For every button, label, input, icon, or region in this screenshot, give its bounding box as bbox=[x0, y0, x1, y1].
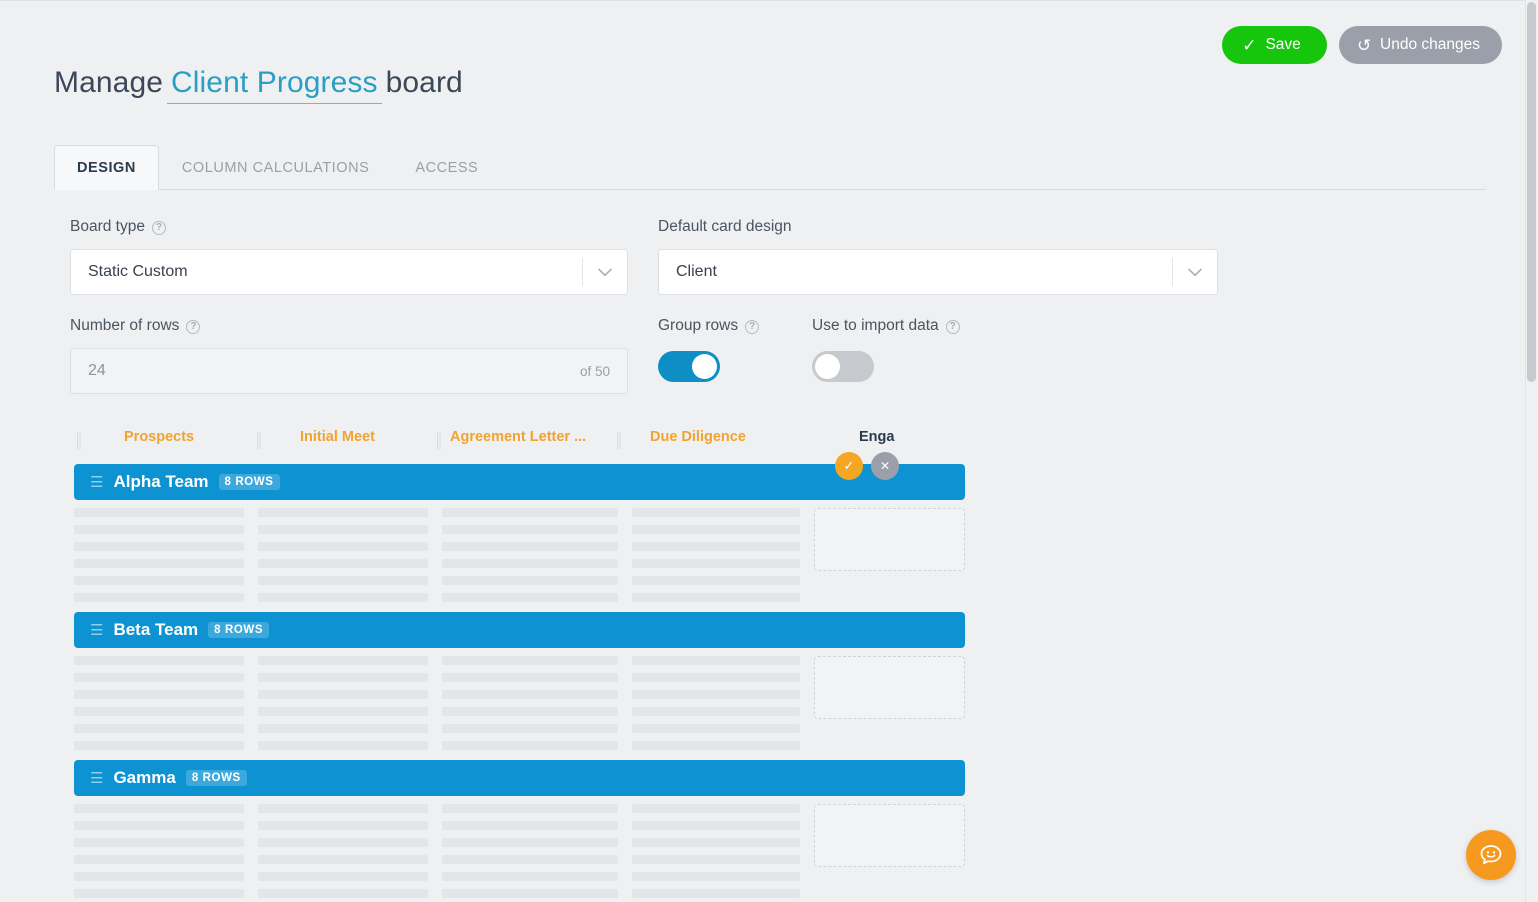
save-button-label: Save bbox=[1265, 36, 1301, 53]
check-icon: ✓ bbox=[1242, 35, 1257, 55]
number-of-rows-value: 24 bbox=[88, 362, 106, 379]
column-resize-handle[interactable]: ║ bbox=[254, 432, 264, 448]
group-rows-gamma bbox=[74, 796, 965, 902]
skeleton-column bbox=[74, 804, 244, 898]
help-icon[interactable]: ? bbox=[186, 320, 201, 334]
use-to-import-data-toggle[interactable] bbox=[812, 351, 874, 382]
cancel-column-rename-button[interactable]: ✕ bbox=[871, 452, 899, 480]
column-resize-handle[interactable]: ║ bbox=[614, 432, 624, 448]
chat-support-button[interactable] bbox=[1466, 830, 1516, 880]
default-card-design-select[interactable]: Client bbox=[658, 249, 1218, 295]
skeleton-column bbox=[258, 508, 428, 602]
group-header-gamma[interactable]: ☰ Gamma 8 ROWS bbox=[74, 760, 965, 796]
top-actions: ✓ Save ↻ Undo changes bbox=[1222, 26, 1502, 64]
tab-access-label: ACCESS bbox=[415, 160, 479, 176]
empty-column-placeholder[interactable] bbox=[814, 508, 965, 571]
board-name-field[interactable]: Client Progress bbox=[167, 66, 382, 104]
help-icon[interactable]: ? bbox=[151, 221, 166, 235]
skeleton-column bbox=[632, 656, 800, 750]
tab-bar: DESIGN COLUMN CALCULATIONS ACCESS bbox=[54, 144, 1486, 190]
group-rows-label: Group rows bbox=[658, 317, 739, 334]
number-of-rows-label: Number of rows bbox=[70, 317, 180, 334]
board-type-label: Board type bbox=[70, 218, 145, 235]
board-type-label-row: Board type ? bbox=[70, 218, 628, 236]
tab-design[interactable]: DESIGN bbox=[54, 145, 159, 190]
group-row-count-beta-team: 8 ROWS bbox=[208, 622, 270, 638]
skeleton-column bbox=[632, 508, 800, 602]
board-type-field: Board type ? Static Custom bbox=[70, 218, 628, 295]
page-title-prefix: Manage bbox=[54, 66, 164, 99]
default-card-design-label-row: Default card design bbox=[658, 218, 1218, 236]
tab-column-calculations[interactable]: COLUMN CALCULATIONS bbox=[159, 145, 392, 190]
toggle-knob bbox=[692, 354, 717, 379]
group-rows-label-row: Group rows ? bbox=[658, 317, 760, 335]
chevron-down-icon[interactable] bbox=[1173, 268, 1217, 277]
empty-column-placeholder[interactable] bbox=[814, 804, 965, 867]
drag-handle-icon[interactable]: ☰ bbox=[90, 475, 103, 490]
help-icon[interactable]: ? bbox=[945, 320, 960, 334]
default-card-design-field: Default card design Client bbox=[658, 218, 1218, 295]
number-of-rows-label-row: Number of rows ? bbox=[70, 317, 628, 335]
chevron-down-icon[interactable] bbox=[583, 268, 627, 277]
page-scrollbar-thumb[interactable] bbox=[1527, 2, 1536, 382]
group-rows-beta-team bbox=[74, 648, 965, 760]
undo-changes-label: Undo changes bbox=[1380, 36, 1480, 53]
group-header-beta-team[interactable]: ☰ Beta Team 8 ROWS bbox=[74, 612, 965, 648]
default-card-design-label: Default card design bbox=[658, 218, 792, 235]
toggle-knob bbox=[815, 354, 840, 379]
confirm-column-rename-button[interactable]: ✓ bbox=[835, 452, 863, 480]
page-title-suffix: board bbox=[385, 66, 463, 99]
skeleton-column bbox=[258, 804, 428, 898]
group-name-alpha-team: Alpha Team bbox=[113, 472, 209, 491]
use-to-import-data-field: Use to import data ? bbox=[812, 317, 960, 387]
drag-handle-icon[interactable]: ☰ bbox=[90, 623, 103, 638]
column-header-due-diligence[interactable]: Due Diligence bbox=[650, 429, 746, 445]
page-scrollbar[interactable] bbox=[1525, 0, 1538, 902]
save-button[interactable]: ✓ Save bbox=[1222, 26, 1327, 64]
tab-access[interactable]: ACCESS bbox=[392, 145, 501, 190]
tab-column-calculations-label: COLUMN CALCULATIONS bbox=[181, 160, 370, 176]
board-type-value: Static Custom bbox=[88, 263, 188, 280]
skeleton-column bbox=[442, 656, 618, 750]
skeleton-column bbox=[258, 656, 428, 750]
column-header-prospects[interactable]: Prospects bbox=[124, 429, 194, 445]
group-row-count-alpha-team: 8 ROWS bbox=[218, 474, 280, 490]
number-of-rows-input[interactable]: 24 of 50 bbox=[70, 348, 628, 394]
undo-arrow-icon: ↻ bbox=[1356, 35, 1372, 55]
page-title: Manage Client Progress board bbox=[54, 66, 463, 104]
group-name-gamma: Gamma bbox=[113, 768, 176, 787]
board-body: ☰ Alpha Team 8 ROWS ✓ ✕ ☰ Beta Team 8 RO… bbox=[74, 452, 965, 902]
tab-design-label: DESIGN bbox=[77, 159, 136, 176]
use-to-import-data-label-row: Use to import data ? bbox=[812, 317, 960, 335]
column-edit-actions: ✓ ✕ bbox=[835, 452, 899, 480]
undo-changes-button[interactable]: ↻ Undo changes bbox=[1338, 26, 1502, 64]
group-rows-toggle[interactable] bbox=[658, 351, 720, 382]
page-top-divider bbox=[0, 0, 1525, 1]
help-icon[interactable]: ? bbox=[745, 320, 760, 334]
skeleton-column bbox=[442, 804, 618, 898]
board-type-select[interactable]: Static Custom bbox=[70, 249, 628, 295]
group-name-beta-team: Beta Team bbox=[113, 620, 199, 639]
group-header-alpha-team[interactable]: ☰ Alpha Team 8 ROWS ✓ ✕ bbox=[74, 452, 965, 500]
column-header-initial-meet[interactable]: Initial Meet bbox=[300, 429, 375, 445]
group-rows-field: Group rows ? bbox=[658, 317, 760, 387]
skeleton-column bbox=[632, 804, 800, 898]
use-to-import-data-label: Use to import data bbox=[812, 317, 939, 334]
default-card-design-value: Client bbox=[676, 263, 717, 280]
column-resize-handle[interactable]: ║ bbox=[434, 432, 444, 448]
group-row-count-gamma: 8 ROWS bbox=[185, 770, 247, 786]
number-of-rows-max: of 50 bbox=[579, 363, 610, 379]
skeleton-column bbox=[74, 656, 244, 750]
column-header-agreement-letter[interactable]: Agreement Letter ... bbox=[450, 429, 586, 445]
skeleton-column bbox=[442, 508, 618, 602]
empty-column-placeholder[interactable] bbox=[814, 656, 965, 719]
chat-smiley-icon bbox=[1480, 845, 1502, 865]
board-preview: ║ Prospects ║ Initial Meet ║ Agreement L… bbox=[0, 420, 1538, 902]
skeleton-column bbox=[74, 508, 244, 602]
drag-handle-icon[interactable]: ☰ bbox=[90, 771, 103, 786]
group-rows-alpha-team bbox=[74, 500, 965, 612]
number-of-rows-field: Number of rows ? 24 of 50 bbox=[70, 317, 628, 394]
column-header-engagement-editing[interactable]: Enga bbox=[859, 429, 894, 445]
column-resize-handle[interactable]: ║ bbox=[74, 432, 84, 448]
